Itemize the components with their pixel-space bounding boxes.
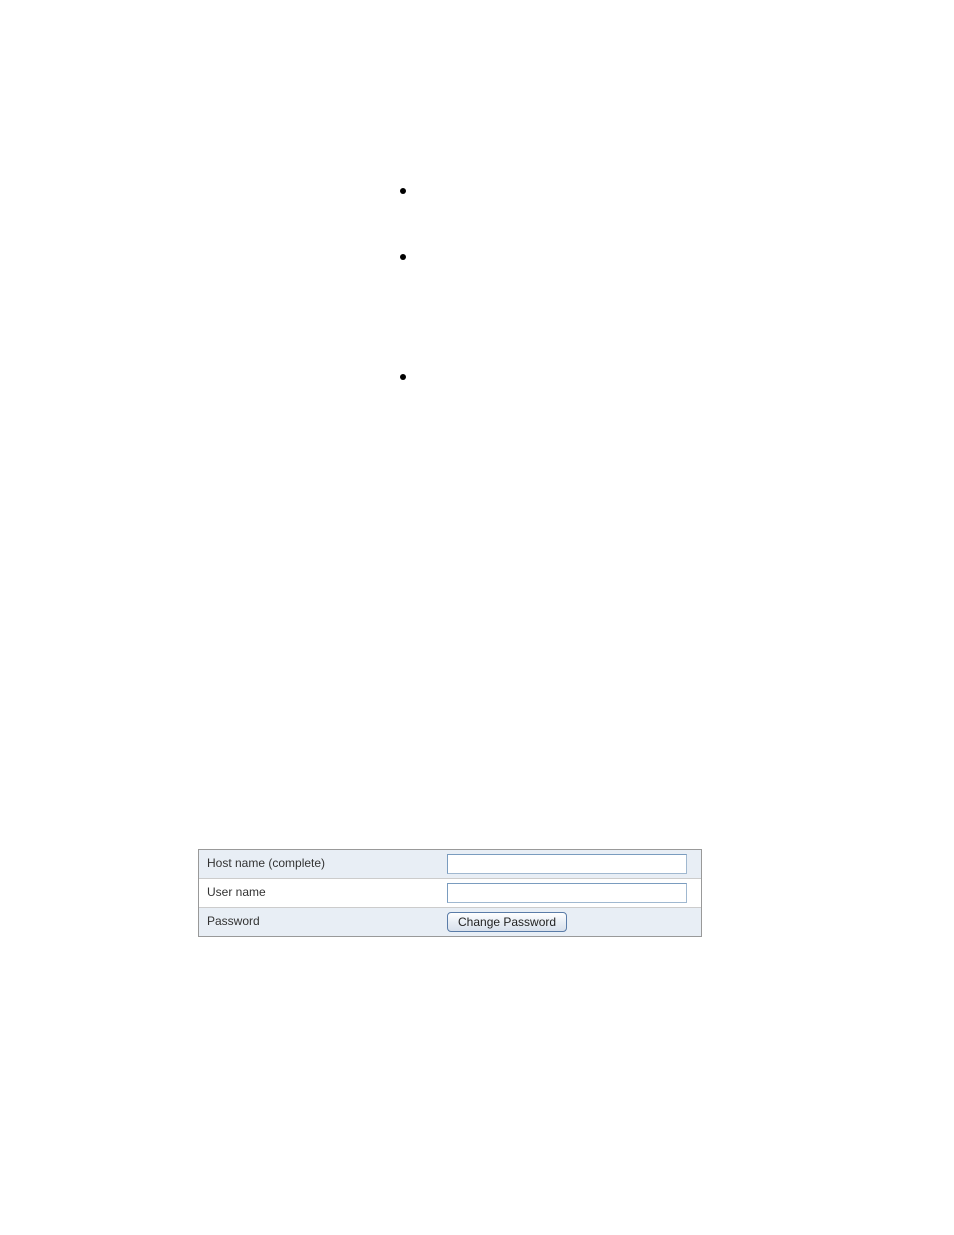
bullet-icon <box>400 254 406 260</box>
username-label: User name <box>199 879 439 907</box>
username-row: User name <box>199 879 701 908</box>
dyndns-provider-form: Host name (complete) User name Password … <box>198 849 702 937</box>
hostname-row: Host name (complete) <box>199 850 701 879</box>
bullet-icon <box>400 374 406 380</box>
username-input[interactable] <box>447 883 687 903</box>
hostname-input-cell <box>439 850 701 878</box>
hostname-label: Host name (complete) <box>199 850 439 878</box>
password-row: Password Change Password <box>199 908 701 936</box>
change-password-button[interactable]: Change Password <box>447 912 567 932</box>
password-label: Password <box>199 908 439 936</box>
bullet-icon <box>400 188 406 194</box>
hostname-input[interactable] <box>447 854 687 874</box>
password-input-cell: Change Password <box>439 908 701 936</box>
username-input-cell <box>439 879 701 907</box>
